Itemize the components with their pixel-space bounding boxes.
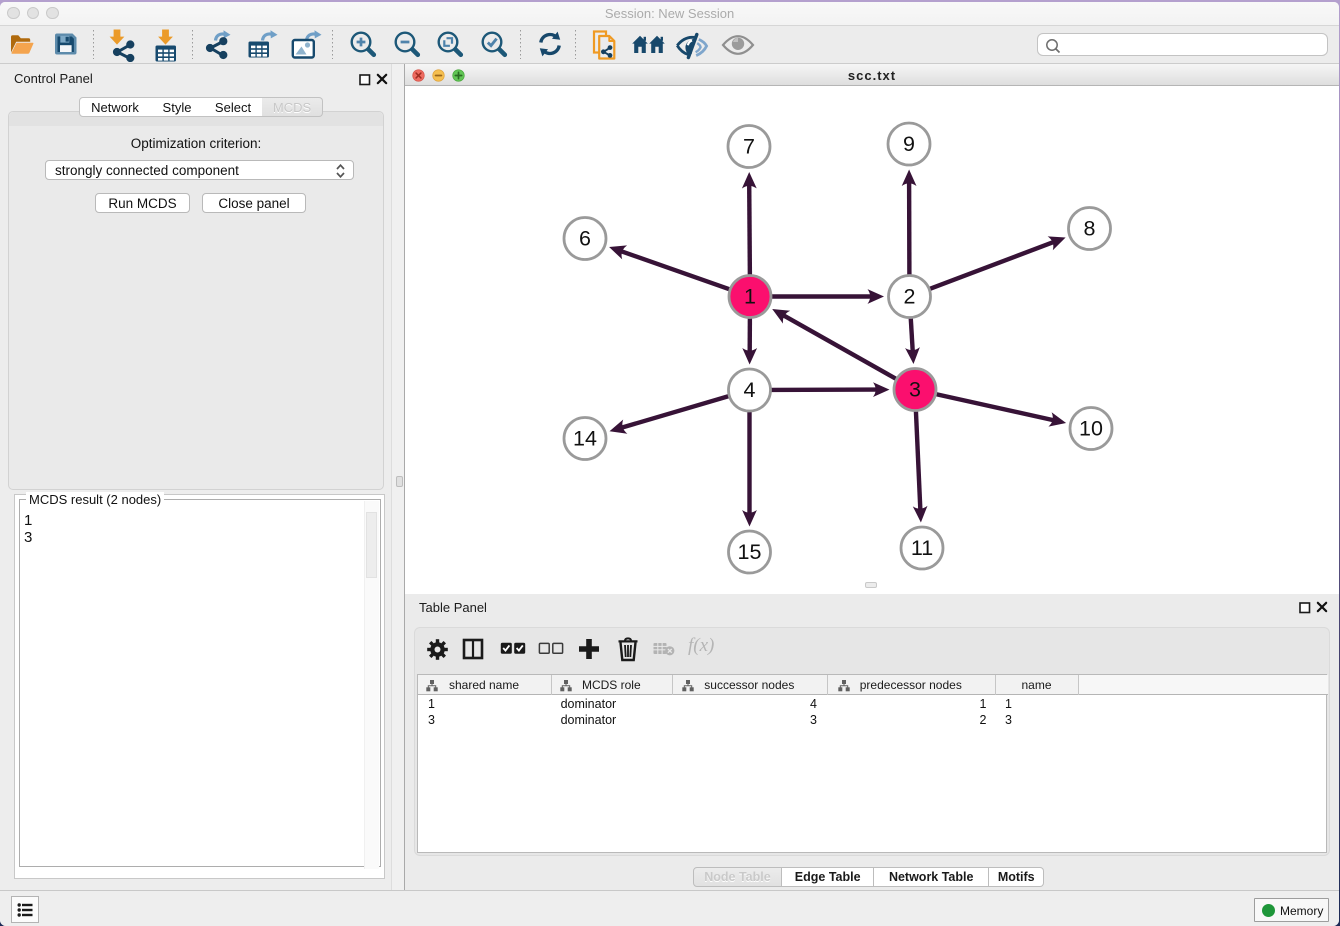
svg-text:3: 3: [909, 378, 921, 402]
svg-text:8: 8: [1084, 217, 1096, 241]
svg-text:14: 14: [573, 427, 597, 451]
svg-text:10: 10: [1079, 417, 1103, 441]
svg-text:11: 11: [911, 536, 933, 560]
svg-text:9: 9: [903, 132, 915, 156]
svg-text:4: 4: [744, 378, 756, 402]
svg-text:2: 2: [904, 285, 916, 309]
svg-text:7: 7: [743, 135, 755, 159]
svg-text:1: 1: [744, 285, 756, 309]
svg-text:6: 6: [579, 227, 591, 251]
svg-text:15: 15: [738, 540, 762, 564]
